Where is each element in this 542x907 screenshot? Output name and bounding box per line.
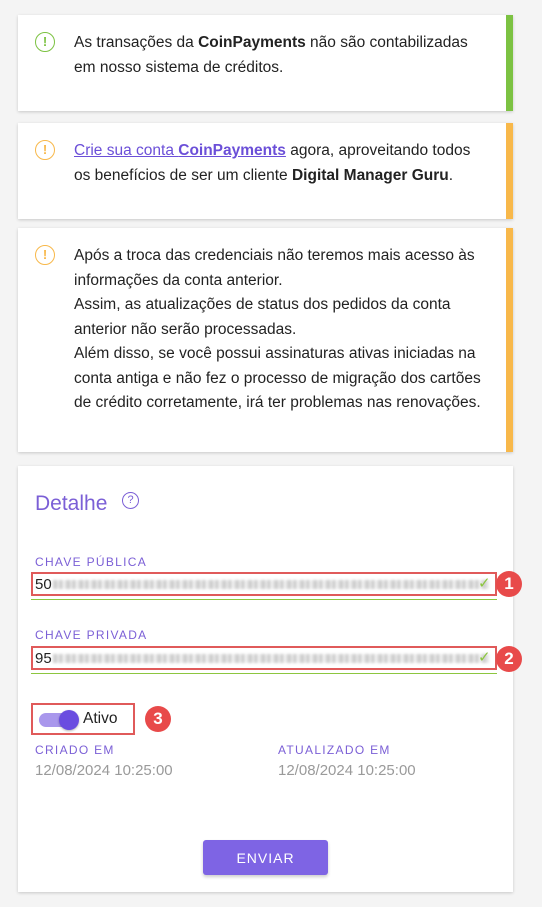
created-label: CRIADO EM xyxy=(35,743,115,757)
alert-text: Crie sua conta CoinPayments agora, aprov… xyxy=(74,142,471,184)
send-button[interactable]: ENVIAR xyxy=(203,840,328,875)
alert-line: Além disso, se você possui assinaturas a… xyxy=(74,345,481,411)
annotation-badge-1: 1 xyxy=(496,571,522,597)
updated-value: 12/08/2024 10:25:00 xyxy=(278,762,416,779)
detail-card: Detalhe ? CHAVE PÚBLICA 50 ✓ 1 CHAVE PRI… xyxy=(18,466,522,892)
check-icon: ✓ xyxy=(478,649,491,666)
alert-color-bar xyxy=(506,228,513,452)
private-key-underline xyxy=(31,673,497,674)
alert-text: As transações da CoinPayments não são co… xyxy=(74,34,468,76)
alert-line: Assim, as atualizações de status dos ped… xyxy=(74,296,451,338)
detail-title: Detalhe xyxy=(35,492,108,515)
toggle-knob[interactable] xyxy=(59,710,79,730)
annotation-badge-2: 2 xyxy=(496,646,522,672)
alert-text: Após a troca das credenciais não teremos… xyxy=(74,244,487,416)
masked-key-blur xyxy=(53,654,489,663)
private-key-input[interactable]: 95 xyxy=(31,646,497,670)
active-label: Ativo xyxy=(83,710,118,727)
exclamation-circle-icon: ! xyxy=(35,32,55,52)
exclamation-circle-icon: ! xyxy=(35,245,55,265)
private-key-label: CHAVE PRIVADA xyxy=(35,628,148,642)
masked-key-blur xyxy=(53,580,489,589)
create-account-link[interactable]: Crie sua conta CoinPayments xyxy=(74,142,286,159)
check-icon: ✓ xyxy=(478,575,491,592)
public-key-underline xyxy=(31,599,497,600)
annotation-badge-3: 3 xyxy=(145,706,171,732)
alert-info-credits: ! As transações da CoinPayments não são … xyxy=(18,15,513,111)
alert-credentials-warning: ! Após a troca das credenciais não terem… xyxy=(18,228,513,452)
exclamation-circle-icon: ! xyxy=(35,140,55,160)
public-key-input[interactable]: 50 xyxy=(31,572,497,596)
created-value: 12/08/2024 10:25:00 xyxy=(35,762,173,779)
public-key-label: CHAVE PÚBLICA xyxy=(35,555,148,569)
help-icon[interactable]: ? xyxy=(122,492,139,509)
alert-color-bar xyxy=(506,123,513,219)
alert-color-bar xyxy=(506,15,513,111)
public-key-value: 50 xyxy=(35,576,52,593)
active-toggle[interactable]: Ativo xyxy=(31,703,135,735)
alert-create-account: ! Crie sua conta CoinPayments agora, apr… xyxy=(18,123,513,219)
updated-label: ATUALIZADO EM xyxy=(278,743,391,757)
private-key-value: 95 xyxy=(35,650,52,667)
alert-line: Após a troca das credenciais não teremos… xyxy=(74,247,475,289)
